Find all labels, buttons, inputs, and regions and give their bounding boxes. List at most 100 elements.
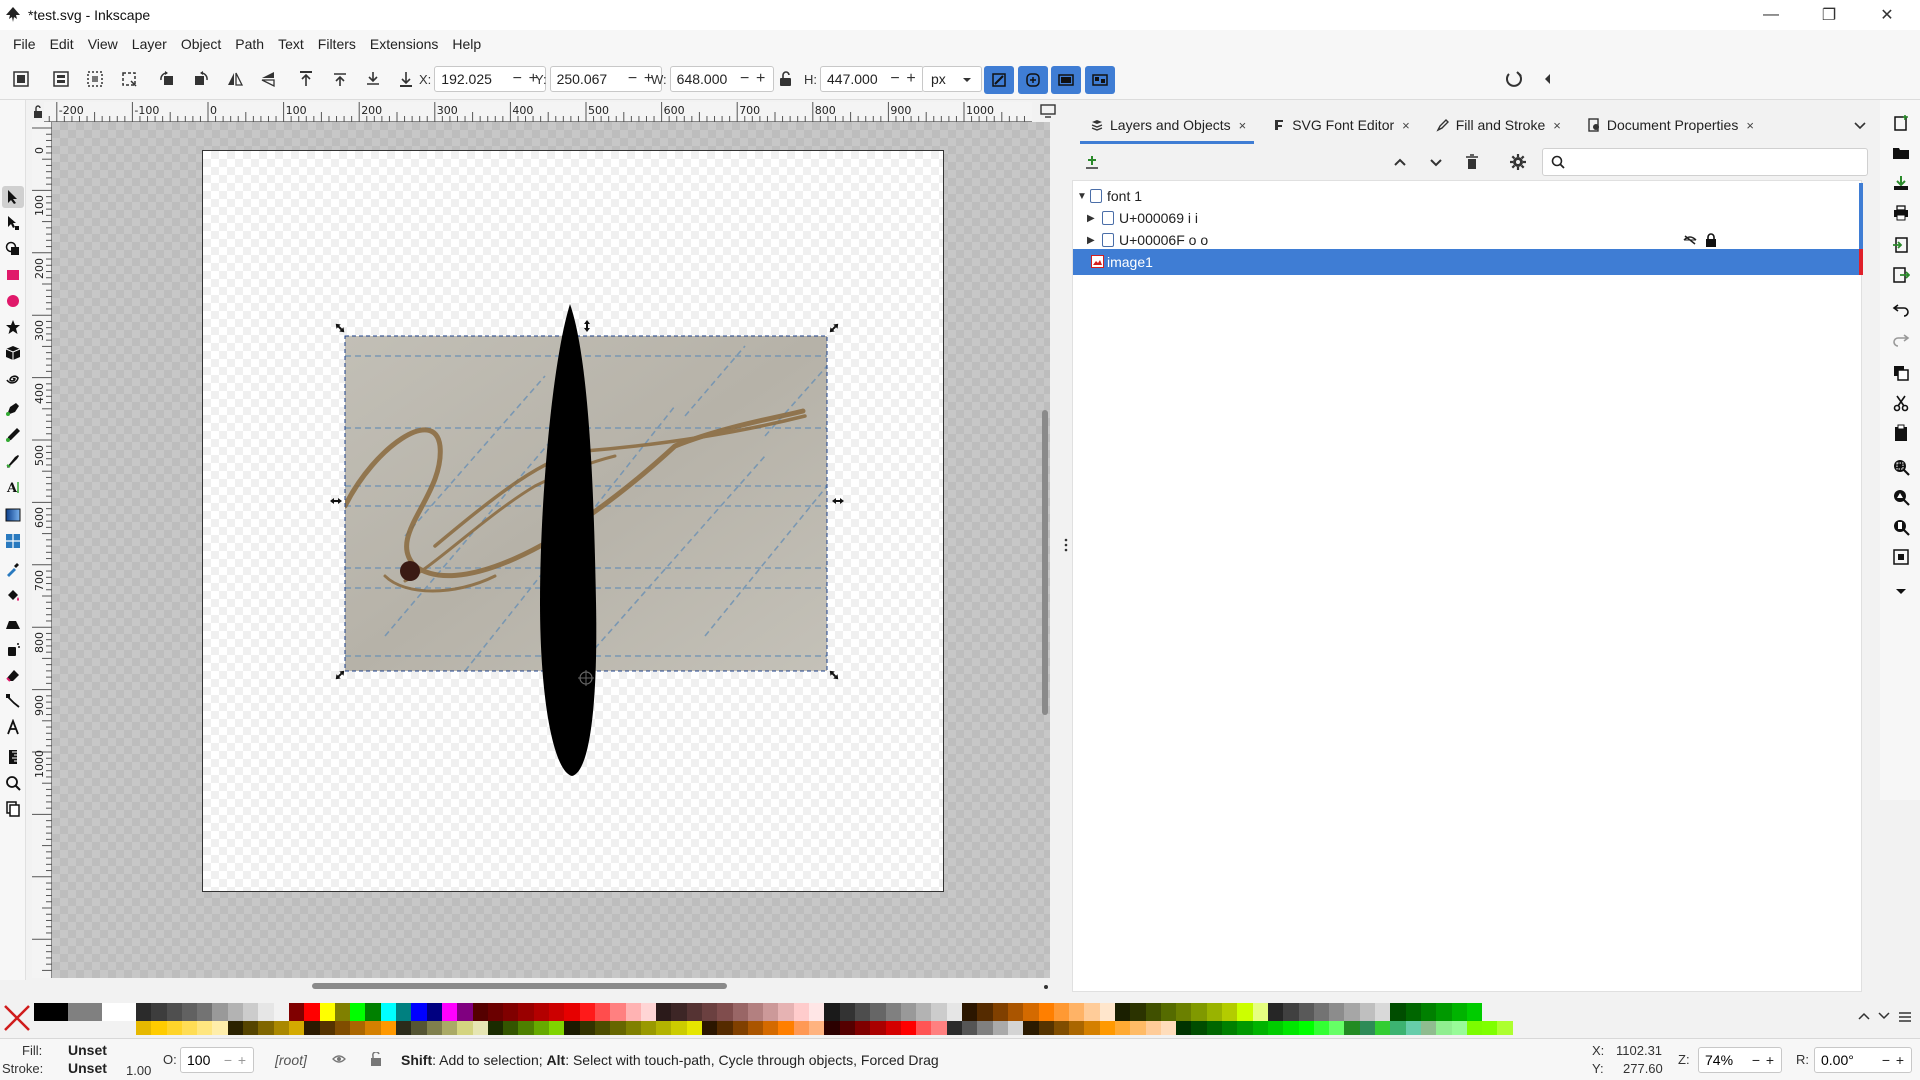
color-swatch[interactable]: [396, 1003, 412, 1021]
tool-3dbox[interactable]: [2, 342, 24, 364]
color-swatch[interactable]: [288, 1003, 305, 1021]
color-swatch[interactable]: [1390, 1003, 1406, 1021]
color-swatch[interactable]: [273, 1003, 289, 1021]
tool-lpe[interactable]: [2, 716, 24, 738]
color-swatch[interactable]: [503, 1021, 519, 1035]
color-swatch[interactable]: [900, 1003, 917, 1021]
color-swatch[interactable]: [1451, 1021, 1467, 1035]
color-swatch[interactable]: [1390, 1021, 1406, 1035]
color-swatch[interactable]: [1130, 1003, 1146, 1021]
current-layer[interactable]: [root]: [275, 1052, 307, 1068]
color-swatch[interactable]: [594, 1021, 611, 1035]
color-swatch[interactable]: [1283, 1021, 1299, 1035]
color-swatch[interactable]: [457, 1021, 473, 1035]
color-swatch[interactable]: [1084, 1021, 1100, 1035]
color-swatch[interactable]: [243, 1003, 259, 1021]
color-swatch[interactable]: [870, 1003, 886, 1021]
color-swatch[interactable]: [992, 1021, 1008, 1035]
color-swatch[interactable]: [304, 1021, 320, 1035]
delete-button[interactable]: [1460, 150, 1484, 174]
color-swatch[interactable]: [579, 1003, 595, 1021]
undo-button[interactable]: [1890, 298, 1912, 320]
color-swatch[interactable]: [885, 1021, 901, 1035]
color-swatch[interactable]: [304, 1003, 320, 1021]
color-swatch[interactable]: [518, 1003, 534, 1021]
layer-visibility-icon[interactable]: [332, 1053, 346, 1065]
panel-splitter-handle[interactable]: [1060, 100, 1072, 990]
color-swatch[interactable]: [1023, 1021, 1039, 1035]
color-swatch[interactable]: [426, 1021, 442, 1035]
color-swatch[interactable]: [809, 1003, 825, 1021]
color-swatch[interactable]: [1237, 1003, 1253, 1021]
tool-pages[interactable]: [2, 798, 24, 820]
color-swatch[interactable]: [824, 1003, 840, 1021]
flip-horizontal-button[interactable]: [223, 67, 247, 91]
color-swatch[interactable]: [1436, 1021, 1452, 1035]
lower-button[interactable]: [361, 67, 385, 91]
more-commands-button[interactable]: [1890, 580, 1912, 602]
save-button[interactable]: [1890, 172, 1912, 194]
zoom-selection-button[interactable]: [1890, 456, 1912, 478]
color-swatch[interactable]: [1115, 1021, 1131, 1035]
color-swatch[interactable]: [258, 1003, 274, 1021]
color-swatch[interactable]: [365, 1021, 381, 1035]
close-tab-fill-stroke-button[interactable]: ×: [1553, 118, 1561, 133]
color-swatch[interactable]: [1053, 1003, 1070, 1021]
scale-stroke-toggle[interactable]: [984, 66, 1014, 94]
tool-mesh[interactable]: [2, 530, 24, 552]
color-swatch[interactable]: [1145, 1021, 1161, 1035]
color-swatch[interactable]: [1176, 1003, 1192, 1021]
expand-triangle-icon[interactable]: ▼: [1077, 191, 1087, 202]
maximize-button[interactable]: ❐: [1800, 0, 1858, 30]
color-swatch[interactable]: [472, 1003, 488, 1021]
color-swatch[interactable]: [747, 1021, 764, 1035]
raise-button[interactable]: [328, 67, 352, 91]
color-swatch[interactable]: [350, 1021, 366, 1035]
layers-search-input[interactable]: [1571, 154, 1851, 170]
color-swatch[interactable]: [34, 1003, 68, 1021]
color-swatch[interactable]: [854, 1021, 871, 1035]
color-swatch[interactable]: [900, 1021, 917, 1035]
tool-rectangle[interactable]: [2, 264, 24, 286]
color-swatch[interactable]: [1298, 1021, 1314, 1035]
paste-button[interactable]: [1890, 422, 1912, 444]
tool-shape-builder[interactable]: [2, 238, 24, 260]
color-swatch[interactable]: [854, 1003, 871, 1021]
rotate-cw-button[interactable]: [189, 67, 213, 91]
h-decrement-button[interactable]: −: [887, 70, 903, 88]
color-swatch[interactable]: [533, 1003, 550, 1021]
tool-zoom[interactable]: [2, 772, 24, 794]
h-input[interactable]: [821, 71, 887, 87]
drawing-canvas[interactable]: [52, 122, 1050, 978]
color-swatch[interactable]: [701, 1003, 718, 1021]
select-all-button[interactable]: [9, 67, 33, 91]
color-swatch[interactable]: [1466, 1003, 1483, 1021]
color-swatch[interactable]: [136, 1003, 152, 1021]
tool-selector[interactable]: [2, 186, 24, 208]
color-swatch[interactable]: [701, 1021, 718, 1035]
rotate-ccw-button[interactable]: [155, 67, 179, 91]
lower-to-bottom-button[interactable]: [394, 67, 418, 91]
menu-filters[interactable]: Filters: [311, 36, 363, 52]
color-swatch[interactable]: [166, 1003, 182, 1021]
color-swatch[interactable]: [1007, 1003, 1024, 1021]
tabs-overflow-button[interactable]: [1848, 114, 1872, 138]
tool-connector[interactable]: [2, 690, 24, 712]
x-decrement-button[interactable]: −: [509, 70, 525, 88]
color-swatch[interactable]: [747, 1003, 764, 1021]
color-swatch[interactable]: [1497, 1021, 1513, 1035]
color-swatch[interactable]: [1023, 1003, 1039, 1021]
select-same-button[interactable]: [117, 67, 141, 91]
unit-select[interactable]: px: [922, 66, 982, 92]
color-swatch[interactable]: [319, 1003, 335, 1021]
color-swatch[interactable]: [686, 1003, 702, 1021]
color-swatch[interactable]: [396, 1021, 412, 1035]
collapsed-triangle-icon[interactable]: ▶: [1087, 235, 1095, 246]
color-swatch[interactable]: [1053, 1021, 1070, 1035]
color-swatch[interactable]: [1176, 1021, 1192, 1035]
y-input[interactable]: [550, 71, 625, 87]
lock-icon[interactable]: [1705, 233, 1717, 247]
color-swatch[interactable]: [977, 1003, 993, 1021]
menu-text[interactable]: Text: [271, 36, 311, 52]
move-gradients-toggle[interactable]: [1051, 66, 1081, 94]
